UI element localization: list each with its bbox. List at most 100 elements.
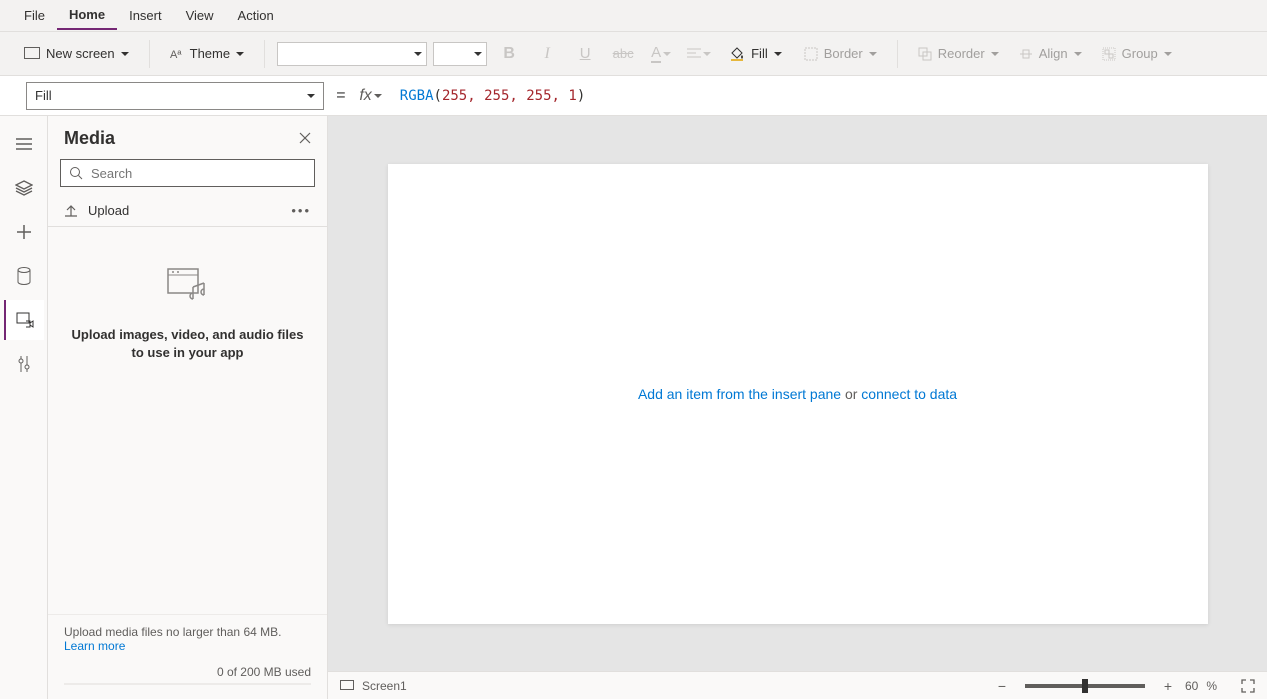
insert-button[interactable]: [4, 212, 44, 252]
property-selector[interactable]: Fill: [26, 82, 324, 110]
layers-icon: [15, 180, 33, 196]
connect-data-link[interactable]: connect to data: [861, 386, 957, 402]
fx-button[interactable]: fx: [357, 87, 383, 105]
chevron-down-icon: [1074, 52, 1082, 56]
italic-button[interactable]: I: [531, 40, 563, 68]
text-align-button[interactable]: [683, 40, 715, 68]
separator: [897, 40, 898, 68]
font-color-button[interactable]: A: [645, 40, 677, 68]
canvas-screen[interactable]: Add an item from the insert pane or conn…: [388, 164, 1208, 624]
upload-icon: [64, 204, 78, 218]
separator: [264, 40, 265, 68]
align-left-icon: [687, 48, 701, 60]
reorder-button[interactable]: Reorder: [910, 42, 1007, 65]
fill-button[interactable]: Fill: [721, 42, 790, 65]
svg-text:Aª: Aª: [170, 49, 182, 61]
screen-name-label[interactable]: Screen1: [362, 679, 407, 693]
zoom-unit: %: [1206, 679, 1217, 693]
upload-button[interactable]: Upload: [64, 203, 129, 218]
menu-home[interactable]: Home: [57, 1, 117, 30]
panel-empty-message: Upload images, video, and audio files to…: [68, 326, 307, 362]
screen-empty-hint: Add an item from the insert pane or conn…: [638, 386, 957, 402]
underline-button[interactable]: U: [569, 40, 601, 68]
media-button[interactable]: [4, 300, 44, 340]
fill-bucket-icon: [729, 47, 745, 61]
fullscreen-icon[interactable]: [1241, 679, 1255, 693]
menubar: File Home Insert View Action: [0, 0, 1267, 32]
search-icon: [69, 166, 83, 180]
chevron-down-icon: [121, 52, 129, 56]
zoom-slider[interactable]: [1025, 684, 1145, 688]
zoom-out-button[interactable]: −: [993, 678, 1011, 694]
tools-button[interactable]: [4, 344, 44, 384]
learn-more-link[interactable]: Learn more: [64, 639, 125, 653]
reorder-label: Reorder: [938, 46, 985, 61]
chevron-down-icon: [869, 52, 877, 56]
align-button[interactable]: Align: [1011, 42, 1090, 65]
search-input[interactable]: [91, 166, 306, 181]
close-icon: [299, 132, 311, 144]
data-button[interactable]: [4, 256, 44, 296]
property-name: Fill: [35, 88, 52, 103]
panel-title: Media: [64, 128, 115, 149]
bold-button[interactable]: B: [493, 40, 525, 68]
zoom-thumb[interactable]: [1082, 679, 1088, 693]
theme-icon: Aª: [170, 47, 184, 61]
upload-row: Upload •••: [48, 195, 327, 227]
chevron-down-icon: [236, 52, 244, 56]
chevron-down-icon: [774, 52, 782, 56]
panel-body: Upload images, video, and audio files to…: [48, 227, 327, 614]
menu-view[interactable]: View: [174, 2, 226, 29]
close-panel-button[interactable]: [299, 131, 311, 147]
settings-icon: [17, 355, 31, 373]
zoom-value: 60: [1185, 679, 1198, 693]
theme-button[interactable]: Aª Theme: [162, 42, 252, 65]
chevron-down-icon: [1164, 52, 1172, 56]
panel-footer: Upload media files no larger than 64 MB.…: [48, 614, 327, 699]
storage-usage: 0 of 200 MB used: [64, 665, 311, 679]
ribbon: New screen Aª Theme B I U abc A Fill Bo: [0, 32, 1267, 76]
menu-action[interactable]: Action: [226, 2, 286, 29]
formula-function: RGBA: [400, 88, 434, 104]
font-size-select[interactable]: [433, 42, 487, 66]
screen-icon: [24, 47, 40, 61]
upload-label: Upload: [88, 203, 129, 218]
storage-usage-bar: [64, 683, 311, 685]
status-bar: Screen1 − + 60 %: [328, 671, 1267, 699]
hamburger-icon: [16, 137, 32, 151]
chevron-down-icon: [474, 52, 482, 56]
border-button[interactable]: Border: [796, 42, 885, 65]
chevron-down-icon: [307, 94, 315, 98]
menu-insert[interactable]: Insert: [117, 2, 174, 29]
chevron-down-icon: [703, 52, 711, 56]
canvas-viewport[interactable]: Add an item from the insert pane or conn…: [328, 116, 1267, 671]
tree-view-button[interactable]: [4, 168, 44, 208]
insert-pane-link[interactable]: Add an item from the insert pane: [638, 386, 841, 402]
theme-label: Theme: [190, 46, 230, 61]
canvas-area: Add an item from the insert pane or conn…: [328, 116, 1267, 699]
empty-media-icon: [166, 267, 210, 306]
separator: [149, 40, 150, 68]
strikethrough-button[interactable]: abc: [607, 40, 639, 68]
left-rail: [0, 116, 48, 699]
chevron-down-icon: [991, 52, 999, 56]
font-family-select[interactable]: [277, 42, 427, 66]
menu-file[interactable]: File: [12, 2, 57, 29]
chevron-down-icon: [663, 52, 671, 56]
hamburger-button[interactable]: [4, 124, 44, 164]
zoom-in-button[interactable]: +: [1159, 678, 1177, 694]
footer-limit-text: Upload media files no larger than 64 MB.: [64, 625, 281, 639]
reorder-icon: [918, 47, 932, 61]
group-label: Group: [1122, 46, 1158, 61]
formula-bar: Fill = fx RGBA(255, 255, 255, 1): [0, 76, 1267, 116]
media-panel: Media Upload ••• Upload images, video, a…: [48, 116, 328, 699]
more-options-button[interactable]: •••: [291, 203, 311, 218]
group-button[interactable]: Group: [1094, 42, 1180, 65]
search-box[interactable]: [60, 159, 315, 187]
formula-input[interactable]: RGBA(255, 255, 255, 1): [392, 84, 1263, 108]
new-screen-button[interactable]: New screen: [16, 42, 137, 65]
border-label: Border: [824, 46, 863, 61]
media-icon: [16, 312, 34, 328]
plus-icon: [16, 224, 32, 240]
chevron-down-icon: [374, 94, 382, 98]
